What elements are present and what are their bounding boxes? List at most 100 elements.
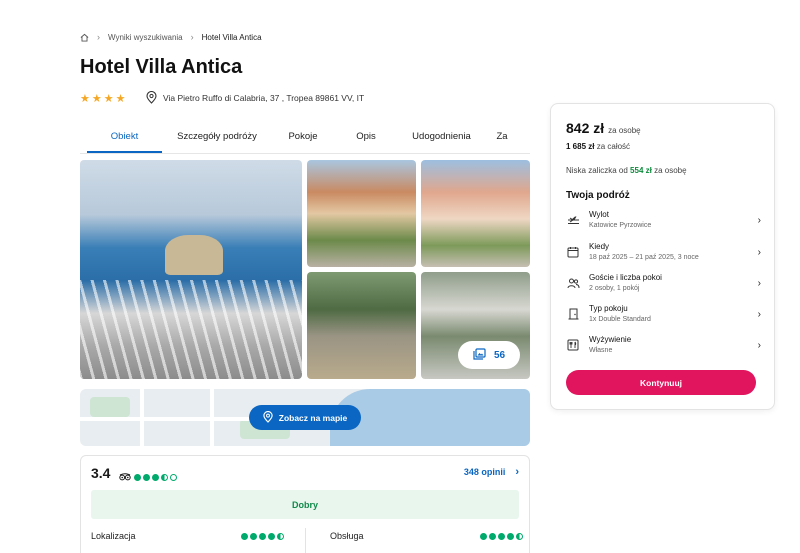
rating-dot (170, 473, 177, 481)
trip-item-value: Katowice Pyrzowice (589, 222, 652, 229)
tab-pokoje[interactable]: Pokoje (277, 126, 329, 153)
reviews-panel: 3.4 348 opinii › Dobry Lokalizacja Obsłu… (80, 455, 530, 553)
price-row: 842 zł za osobę (566, 120, 641, 136)
star-icon: ★ (115, 92, 126, 105)
review-verdict: Dobry (91, 490, 519, 519)
rating-dots (134, 473, 177, 481)
category-dots (480, 533, 523, 540)
map-road (140, 389, 144, 446)
tab-opis[interactable]: Opis (346, 126, 386, 153)
gallery-photo[interactable] (307, 160, 416, 267)
rating-dot (489, 533, 496, 540)
chevron-right-icon: › (515, 466, 519, 478)
trip-title: Twoja podróż (566, 190, 630, 201)
trip-item-label: Goście i liczba pokoi (589, 273, 662, 282)
chevron-right-icon: › (757, 214, 761, 226)
divider (305, 528, 306, 553)
deposit-suffix: za osobę (654, 166, 687, 175)
rating-dot (277, 533, 284, 540)
trip-item-label: Kiedy (589, 242, 610, 251)
show-on-map-button[interactable]: Zobacz na mapie (249, 405, 361, 430)
map-road (210, 389, 214, 446)
address-text: Via Pietro Ruffo di Calabria, 37 , Trope… (163, 93, 365, 103)
rating-dot (241, 533, 248, 540)
rating-dot (152, 473, 159, 481)
chevron-right-icon: › (757, 339, 761, 351)
location-pin-icon (146, 90, 157, 106)
trip-item-guests[interactable]: Goście i liczba pokoi 2 osoby, 1 pokój › (566, 269, 761, 297)
trip-item-board[interactable]: Wyżywienie Własne › (566, 331, 761, 359)
trip-item-dates[interactable]: Kiedy 18 paź 2025 – 21 paź 2025, 3 noce … (566, 238, 761, 266)
deposit-info: Niska zaliczka od 554 zł za osobę (566, 166, 687, 175)
guests-icon (566, 276, 580, 290)
rating-dot (250, 533, 257, 540)
trip-item-value: 1x Double Standard (589, 316, 651, 323)
gallery-main-photo[interactable] (80, 160, 302, 379)
star-icon: ★ (91, 92, 102, 105)
total-amount: 1 685 zł (566, 142, 595, 151)
category-label: Lokalizacja (91, 531, 136, 541)
category-label: Obsługa (330, 531, 364, 541)
trip-item-value: 2 osoby, 1 pokój (589, 285, 640, 292)
reviews-count: 348 opinii (463, 467, 506, 477)
continue-button[interactable]: Kontynuuj (566, 370, 756, 395)
gallery-icon (473, 347, 486, 363)
deposit-prefix: Niska zaliczka od (566, 166, 628, 175)
chevron-right-icon: › (757, 246, 761, 258)
photo-detail (165, 235, 223, 275)
booking-panel: 842 zł za osobę 1 685 zł za całość Niska… (550, 103, 775, 410)
home-icon[interactable] (80, 33, 89, 42)
tab-partial[interactable]: Za (487, 126, 517, 153)
cutlery-icon (566, 338, 580, 352)
trip-item-value: Własne (589, 347, 613, 354)
rating-dot (498, 533, 505, 540)
breadcrumb-current: Hotel Villa Antica (201, 32, 262, 42)
star-icon: ★ (103, 92, 114, 105)
review-score: 3.4 (91, 465, 111, 481)
tab-szczegoly-podrozy[interactable]: Szczegóły podróży (172, 126, 262, 153)
gallery-photo[interactable] (307, 272, 416, 379)
gallery-photo[interactable] (421, 160, 530, 267)
photo-count: 56 (493, 349, 506, 361)
tripadvisor-rating (119, 468, 177, 486)
rating-dot (516, 533, 523, 540)
rating-dot (143, 473, 150, 481)
breadcrumb-search-results[interactable]: Wyniki wyszukiwania (108, 33, 183, 42)
door-icon (566, 307, 580, 321)
rating-dot (507, 533, 514, 540)
trip-item-label: Typ pokoju (589, 304, 628, 313)
chevron-right-icon: › (190, 32, 194, 42)
rating-dot (268, 533, 275, 540)
show-on-map-label: Zobacz na mapie (278, 412, 348, 423)
tab-obiekt[interactable]: Obiekt (87, 126, 162, 153)
total-price: 1 685 zł za całość (566, 142, 630, 151)
trip-item-room[interactable]: Typ pokoju 1x Double Standard › (566, 300, 761, 328)
rating-dot (259, 533, 266, 540)
trip-item-flight[interactable]: Wylot Katowice Pyrzowice › (566, 206, 761, 234)
location-pin-icon (263, 410, 273, 425)
rating-dot (480, 533, 487, 540)
price: 842 zł (566, 120, 605, 136)
category-dots (241, 533, 284, 540)
plane-icon (566, 213, 580, 227)
photo-count-button[interactable]: 56 (458, 341, 520, 369)
tab-udogodnienia[interactable]: Udogodnienia (404, 126, 479, 153)
star-icon: ★ (80, 92, 90, 105)
calendar-icon (566, 245, 580, 259)
hotel-address[interactable]: Via Pietro Ruffo di Calabria, 37 , Trope… (146, 90, 365, 106)
deposit-amount: 554 zł (630, 166, 652, 175)
chevron-right-icon: › (757, 277, 761, 289)
reviews-count-link[interactable]: 348 opinii › (464, 466, 519, 478)
gallery-photo[interactable]: 56 (421, 272, 530, 379)
price-unit: za osobę (608, 126, 641, 135)
chevron-right-icon: › (97, 32, 100, 42)
page-title: Hotel Villa Antica (80, 56, 243, 78)
rating-dot (161, 473, 168, 481)
trip-item-label: Wyżywienie (589, 335, 632, 344)
rating-dot (134, 473, 141, 481)
map-park (90, 397, 130, 417)
photo-detail (80, 280, 302, 379)
map-preview[interactable]: Zobacz na mapie (80, 389, 530, 446)
total-unit: za całość (596, 142, 631, 151)
breadcrumb: › Wyniki wyszukiwania › Hotel Villa Anti… (80, 31, 262, 43)
